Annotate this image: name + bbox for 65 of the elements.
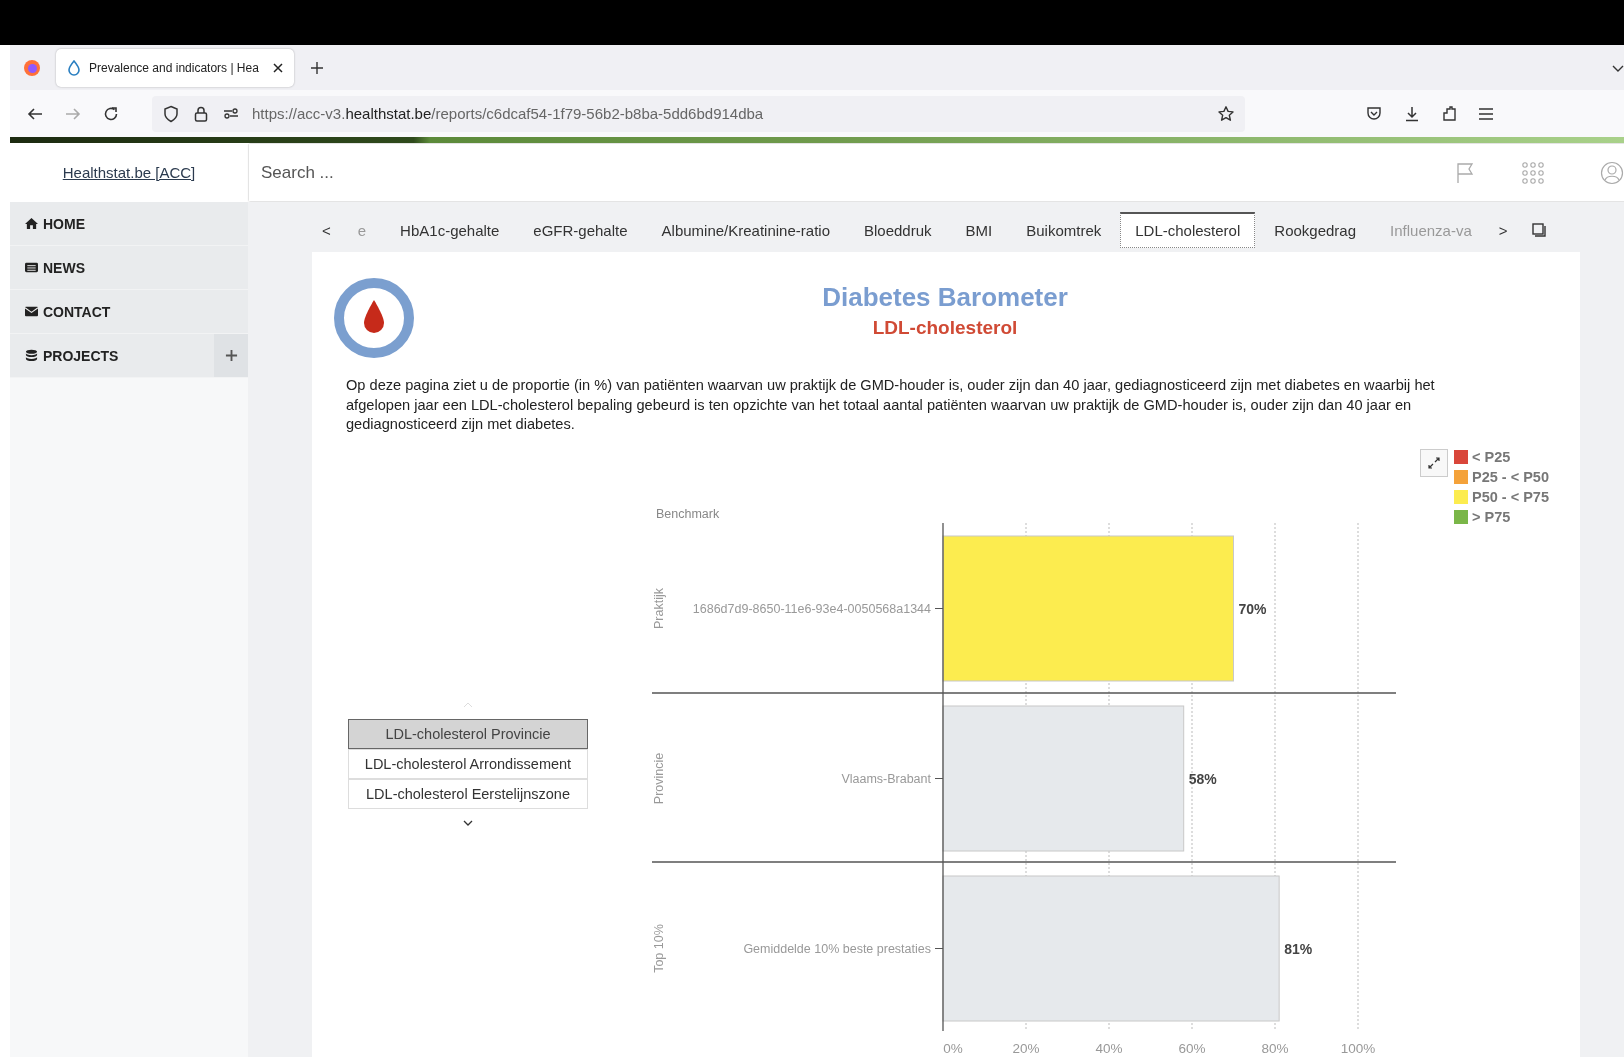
- window-icon[interactable]: [1531, 223, 1546, 237]
- expand-icon: [1427, 455, 1441, 470]
- report-tab[interactable]: Rookgedrag: [1259, 212, 1372, 248]
- value-label: 58%: [1188, 770, 1217, 786]
- sidebar-item[interactable]: NEWS: [10, 246, 248, 289]
- sidebar-item[interactable]: CONTACT: [10, 290, 248, 333]
- report-tab[interactable]: HbA1c-gehalte: [385, 212, 515, 248]
- close-icon[interactable]: [272, 61, 284, 74]
- url-text: https://acc-v3.healthstat.be/reports/c6dcaf54-1f79-56b2-b8ba-5dd6bd914dba: [252, 105, 765, 122]
- tick-label: 40%: [1095, 1040, 1123, 1056]
- category-label: 1686d7d9-8650-11e6-93e4-0050568a1344: [692, 601, 931, 615]
- reload-icon[interactable]: [102, 104, 120, 123]
- group-label: Provincie: [652, 752, 666, 804]
- category-label: Gemiddelde 10% beste prestaties: [743, 941, 931, 955]
- address-bar[interactable]: https://acc-v3.healthstat.be/reports/c6dcaf54-1f79-56b2-b8ba-5dd6bd914dba: [152, 95, 1245, 132]
- tick-label: 60%: [1178, 1040, 1206, 1056]
- download-icon[interactable]: [1403, 104, 1421, 123]
- star-icon[interactable]: [1217, 104, 1235, 123]
- browser-tab[interactable]: Prevalence and indicators | Hea: [56, 48, 294, 87]
- report-tab[interactable]: Bloeddruk: [849, 212, 947, 248]
- site-logo-link[interactable]: Healthstat.be [ACC]: [62, 164, 196, 181]
- report-tab[interactable]: Buikomtrek: [1011, 212, 1117, 248]
- report-tab[interactable]: BMI: [950, 212, 1008, 248]
- blood-drop-icon: [334, 278, 414, 358]
- pocket-icon[interactable]: [1365, 104, 1383, 123]
- tab-title: Prevalence and indicators | Hea: [89, 60, 260, 75]
- plus-icon[interactable]: [310, 60, 324, 75]
- database-icon: [24, 349, 39, 362]
- tick-label: 80%: [1261, 1040, 1289, 1056]
- sidebar-item[interactable]: HOME: [10, 202, 248, 245]
- firefox-icon[interactable]: [22, 57, 42, 78]
- report-tab[interactable]: Albumine/Kreatinine-ratio: [646, 212, 845, 248]
- plus-icon: [224, 349, 238, 362]
- caret-down-icon[interactable]: [462, 818, 474, 827]
- legend-label: > P75: [1472, 508, 1511, 525]
- legend-label: P50 - < P75: [1472, 488, 1549, 505]
- group-label: Top 10%: [652, 923, 666, 973]
- envelope-icon: [24, 305, 39, 318]
- value-label: 81%: [1284, 940, 1313, 956]
- previous-tab-button[interactable]: <: [312, 221, 341, 239]
- report-subtitle: LDL-cholesterol: [871, 317, 1019, 339]
- legend-label: P25 - < P50: [1472, 468, 1549, 485]
- tick-label: 0%: [943, 1040, 963, 1056]
- description-text: Op deze pagina ziet u de proportie (in %) van patiënten waarvan uw praktijk de GMD-houder is, ouder zijn dan 40 jaar, gediagnosticeerd zijn met diabetes en waarbij het afgelopen jaar een LDL-cholesterol bepaling gebeurd is ten opzichte van het totaal aantal patiënten waarvan uw praktijk de GMD-houder is, ouder zijn dan 40 jaar en gediagnosticeerd zijn met diabetes.: [346, 376, 1436, 434]
- legend-label: < P25: [1472, 448, 1511, 465]
- report-tab[interactable]: LDL-cholesterol: [1120, 212, 1256, 248]
- selector-option[interactable]: LDL-cholesterol Arrondissement: [348, 748, 588, 779]
- expand-button[interactable]: [1420, 448, 1448, 477]
- selector-option[interactable]: LDL-cholesterol Provincie: [348, 718, 588, 749]
- shield-icon[interactable]: [162, 104, 180, 123]
- chart-title: Benchmark: [656, 506, 720, 521]
- newspaper-icon: [24, 261, 39, 274]
- lock-icon[interactable]: [192, 104, 210, 123]
- next-tab-button[interactable]: >: [1488, 221, 1518, 239]
- report-title: Diabetes Barometer: [821, 282, 1069, 313]
- report-tab[interactable]: eGFR-gehalte: [518, 212, 643, 248]
- category-label: Vlaams-Brabant: [841, 771, 931, 785]
- extensions-icon[interactable]: [1441, 104, 1459, 123]
- selector-option[interactable]: LDL-cholesterol Eerstelijnszone: [348, 778, 588, 809]
- group-label: Praktijk: [652, 587, 666, 629]
- tick-label: 20%: [1012, 1040, 1040, 1056]
- value-label: 70%: [1238, 600, 1267, 616]
- drop-icon: [66, 59, 82, 76]
- tick-label: 100%: [1340, 1040, 1376, 1056]
- home-icon: [24, 217, 39, 230]
